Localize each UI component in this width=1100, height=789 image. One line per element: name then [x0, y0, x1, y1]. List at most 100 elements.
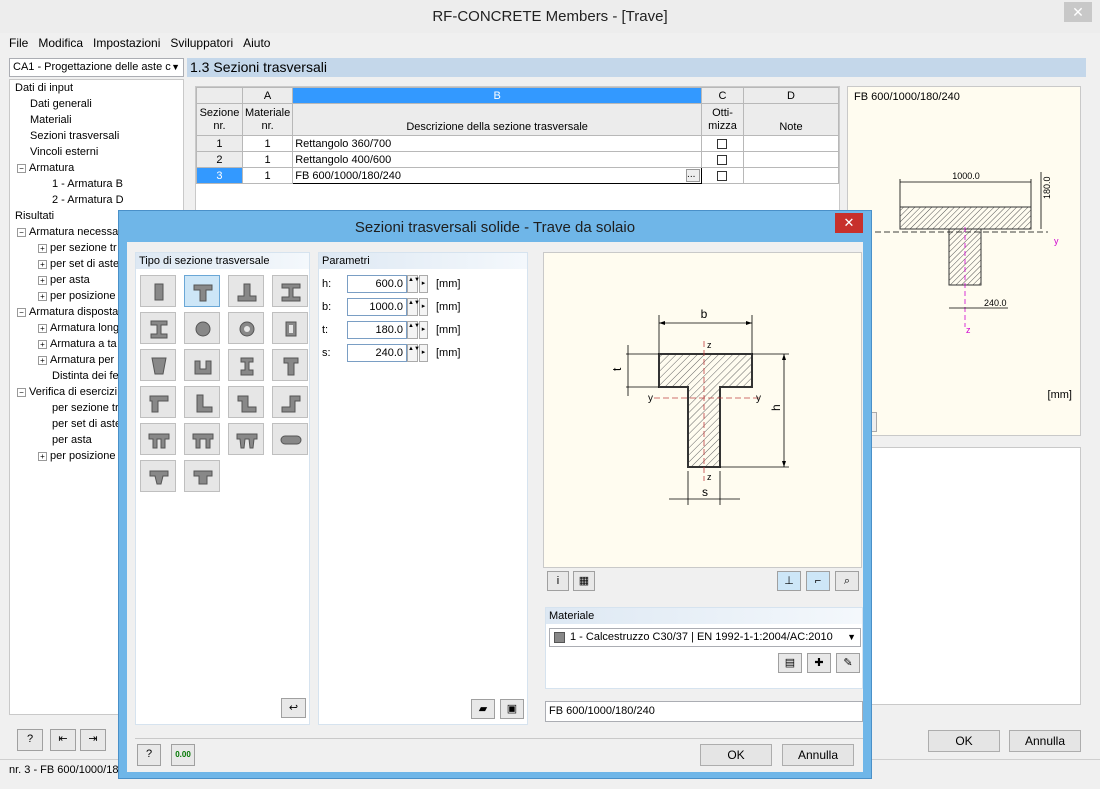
tree-node[interactable]: − Verifica di esercizi [17, 384, 117, 400]
optimize-cell[interactable] [701, 167, 744, 184]
trapezoid-section-icon[interactable] [140, 349, 176, 381]
menu-aiuto[interactable]: Aiuto [238, 33, 275, 53]
tree-node[interactable]: Distinta dei fe [38, 368, 119, 384]
tree-node[interactable]: − Armatura [17, 160, 74, 176]
i-section-icon[interactable] [272, 275, 308, 307]
expand-icon[interactable]: + [38, 259, 47, 269]
expand-icon[interactable]: + [38, 291, 47, 301]
optimize-checkbox[interactable] [717, 154, 728, 165]
optimize-checkbox[interactable] [717, 138, 728, 149]
tree-node[interactable]: 1 - Armatura B [38, 176, 123, 192]
arrow-right-icon[interactable]: ▸ [419, 321, 428, 339]
info-icon[interactable]: i [547, 571, 569, 591]
tapered-t-section-icon[interactable] [140, 460, 176, 492]
tree-node[interactable]: + per set di aste [38, 256, 119, 272]
tree-node[interactable]: − Armatura disposta [17, 304, 118, 320]
optimize-checkbox[interactable] [717, 170, 728, 181]
arrow-right-icon[interactable]: ▸ [419, 298, 428, 316]
menu-impostazioni[interactable]: Impostazioni [88, 33, 165, 53]
material-cell[interactable]: 1 [241, 135, 294, 152]
z-reverse-section-icon[interactable] [272, 386, 308, 418]
tree-node[interactable]: + per posizione [38, 448, 115, 464]
tree-node[interactable]: per set di aste [38, 416, 121, 432]
tree-node[interactable]: + Armatura per p [38, 352, 123, 368]
spinner-icon[interactable]: ▲▼ [407, 298, 420, 316]
tree-node[interactable]: Dati di input [15, 80, 73, 96]
tree-node[interactable]: Materiali [17, 112, 72, 128]
tree-node[interactable]: Dati generali [17, 96, 92, 112]
double-t-wide-icon[interactable] [184, 423, 220, 455]
expand-icon[interactable]: + [38, 355, 47, 365]
expand-icon[interactable]: + [38, 275, 47, 285]
zoom-icon[interactable]: ⌕ [835, 571, 859, 591]
u-section-icon[interactable] [184, 349, 220, 381]
tree-node[interactable]: Sezioni trasversali [17, 128, 119, 144]
i-beam-section-icon[interactable] [228, 349, 264, 381]
spinner-icon[interactable]: ▲▼ [407, 344, 420, 362]
new-material-icon[interactable]: ✚ [807, 653, 831, 673]
tree-node[interactable]: Vincoli esterni [17, 144, 98, 160]
dialog-annulla-button[interactable]: Annulla [782, 744, 854, 766]
description-cell[interactable]: FB 600/1000/180/240... [292, 167, 703, 184]
dimension-icon[interactable]: ⊥ [777, 571, 801, 591]
t-narrow-section-icon[interactable] [272, 349, 308, 381]
import-icon[interactable]: ⇤ [50, 729, 76, 751]
optimize-cell[interactable] [701, 135, 744, 152]
table-row[interactable]: 2 1 Rettangolo 400/600 [196, 151, 840, 168]
menu-sviluppatori[interactable]: Sviluppatori [165, 33, 238, 53]
tree-node[interactable]: + per asta [38, 272, 90, 288]
param-input[interactable]: 1000.0 [347, 298, 407, 316]
help-icon[interactable]: ? [17, 729, 43, 751]
param-input[interactable]: 180.0 [347, 321, 407, 339]
export-icon[interactable]: ⇥ [80, 729, 106, 751]
tree-node[interactable]: + per posizione [38, 288, 115, 304]
note-cell[interactable] [742, 151, 840, 168]
library-icon[interactable]: ▤ [778, 653, 802, 673]
section-name-field[interactable]: FB 600/1000/180/240 [545, 701, 863, 722]
tree-node[interactable]: + per sezione tr [38, 240, 117, 256]
tree-node[interactable]: − Armatura necessa [17, 224, 118, 240]
ring-section-icon[interactable] [228, 312, 264, 344]
t-section-icon[interactable] [184, 275, 220, 307]
reset-icon[interactable]: ↩ [281, 698, 306, 718]
tree-node[interactable]: per asta [38, 432, 92, 448]
col-b-header[interactable]: B [292, 87, 703, 104]
dialog-close-button[interactable]: ✕ [835, 213, 863, 233]
edit-material-icon[interactable]: ✎ [836, 653, 860, 673]
oval-section-icon[interactable] [272, 423, 308, 455]
arrow-right-icon[interactable]: ▸ [419, 275, 428, 293]
window-close-button[interactable]: ✕ [1064, 2, 1092, 22]
double-t-beam-icon[interactable] [140, 423, 176, 455]
ellipsis-button[interactable]: ... [686, 169, 701, 182]
save-icon[interactable]: ▣ [500, 699, 524, 719]
note-cell[interactable] [742, 135, 840, 152]
expand-icon[interactable]: + [38, 323, 47, 333]
table-icon[interactable]: ▦ [573, 571, 595, 591]
circle-section-icon[interactable] [184, 312, 220, 344]
tree-node[interactable]: per sezione tr [38, 400, 119, 416]
annulla-button[interactable]: Annulla [1009, 730, 1081, 752]
note-cell[interactable] [742, 167, 840, 184]
case-dropdown[interactable]: CA1 - Progettazione delle aste c ▼ [9, 58, 184, 77]
collapse-icon[interactable]: − [17, 163, 26, 173]
ok-button[interactable]: OK [928, 730, 1000, 752]
rectangle-section-icon[interactable] [140, 275, 176, 307]
box-t-section-icon[interactable] [184, 460, 220, 492]
param-input[interactable]: 240.0 [347, 344, 407, 362]
param-input[interactable]: 600.0 [347, 275, 407, 293]
optimize-cell[interactable] [701, 151, 744, 168]
material-cell[interactable]: 1 [241, 151, 294, 168]
z-section-icon[interactable] [228, 386, 264, 418]
tree-node[interactable]: + Armatura a ta [38, 336, 117, 352]
collapse-icon[interactable]: − [17, 227, 26, 237]
spinner-icon[interactable]: ▲▼ [407, 321, 420, 339]
material-dropdown[interactable]: 1 - Calcestruzzo C30/37 | EN 1992-1-1:20… [549, 628, 861, 647]
description-cell[interactable]: Rettangolo 400/600 [292, 151, 703, 168]
tree-node[interactable]: 2 - Armatura D [38, 192, 124, 208]
help-icon[interactable]: ? [137, 744, 161, 766]
spinner-icon[interactable]: ▲▼ [407, 275, 420, 293]
arrow-right-icon[interactable]: ▸ [419, 344, 428, 362]
collapse-icon[interactable]: − [17, 387, 26, 397]
inverted-t-section-icon[interactable] [228, 275, 264, 307]
table-row-selected[interactable]: 3 1 FB 600/1000/180/240... [196, 167, 840, 184]
